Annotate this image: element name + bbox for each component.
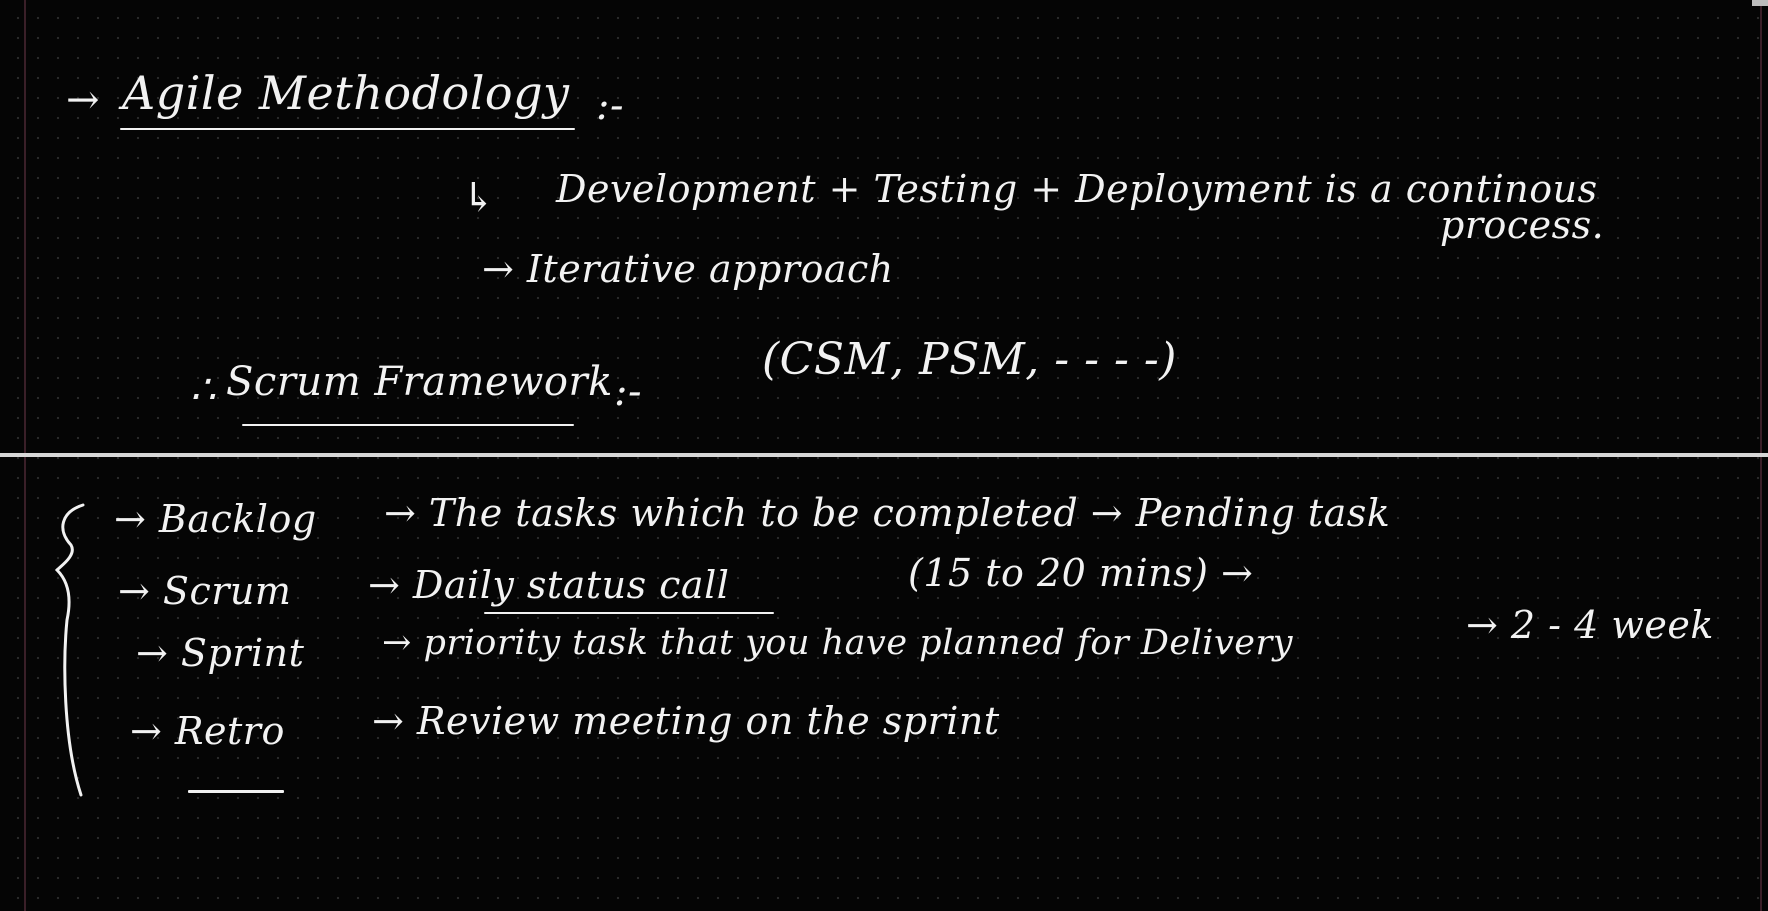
scrum-underline: [242, 424, 574, 426]
daily-status-underline: [484, 612, 774, 614]
item-retro-label: → Retro: [130, 709, 285, 753]
scrum-certifications: (CSM, PSM, - - - -): [762, 334, 1177, 385]
item-backlog-desc: → The tasks which to be completed → Pend…: [384, 491, 1391, 535]
item-scrum-label: → Scrum: [118, 569, 292, 613]
page-divider: [0, 453, 1768, 457]
heading-suffix: :-: [596, 83, 624, 129]
corner-mark: [1752, 0, 1768, 6]
item-scrum-duration: (15 to 20 mins) →: [908, 551, 1254, 595]
scrum-title: Scrum Framework: [226, 359, 613, 405]
item-sprint-desc: → priority task that you have planned fo…: [382, 623, 1293, 663]
scrum-suffix: :-: [614, 369, 642, 415]
item-sprint-duration: → 2 - 4 week: [1466, 603, 1714, 647]
item-retro-desc: → Review meeting on the sprint: [372, 699, 1000, 743]
item-backlog-label: → Backlog: [114, 497, 317, 541]
heading-arrow: →: [66, 77, 101, 123]
scrum-therefore-symbol: ∴: [190, 367, 216, 413]
line1-wrap: process.: [1440, 203, 1605, 247]
heading-title: Agile Methodology: [122, 66, 570, 120]
line1-arrow: ↳: [462, 175, 497, 221]
item-scrum-desc: → Daily status call: [368, 563, 730, 607]
whiteboard-canvas: → Agile Methodology :- ↳ Development + T…: [0, 0, 1768, 911]
item-sprint-label: → Sprint: [136, 631, 305, 675]
left-curly-brace: [54, 503, 85, 797]
line2-text: → Iterative approach: [482, 247, 894, 291]
retro-underline: [188, 790, 284, 793]
heading-underline: [120, 128, 575, 130]
